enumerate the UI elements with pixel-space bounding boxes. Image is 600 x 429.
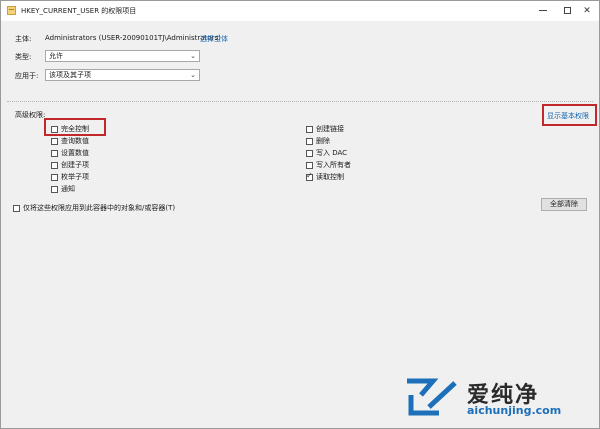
permission-label: 创建子项	[61, 161, 89, 169]
highlight-box	[542, 104, 597, 126]
close-icon: ✕	[583, 6, 591, 16]
minimize-icon	[539, 10, 547, 11]
principal-value: Administrators (USER-20090101TJ\Administ…	[45, 34, 221, 42]
checkbox-checked[interactable]	[306, 171, 313, 181]
checkbox[interactable]	[51, 137, 58, 145]
permission-label: 删除	[316, 137, 330, 145]
applies-to-select[interactable]: 该项及其子项 ⌄	[45, 69, 200, 81]
checkbox[interactable]	[51, 173, 58, 181]
close-button[interactable]: ✕	[575, 1, 599, 21]
checkbox[interactable]	[51, 149, 58, 157]
apply-only-label: 仅将这些权限应用到此容器中的对象和/或容器(T)	[23, 204, 176, 212]
advanced-permissions-label: 高级权限:	[15, 111, 46, 119]
type-select[interactable]: 允许 ⌄	[45, 50, 200, 62]
permission-create-subkey[interactable]: 创建子项	[51, 160, 89, 170]
permission-enumerate-subkeys[interactable]: 枚举子项	[51, 172, 89, 182]
checkbox[interactable]	[306, 137, 313, 145]
permission-label: 查询数值	[61, 137, 89, 145]
applies-to-select-value: 该项及其子项	[49, 71, 91, 79]
permission-label: 设置数值	[61, 149, 89, 157]
permission-query-value[interactable]: 查询数值	[51, 136, 89, 146]
checkbox[interactable]	[306, 149, 313, 157]
clear-all-button[interactable]: 全部清除	[541, 198, 587, 211]
title-bar[interactable]: HKEY_CURRENT_USER 的权限项目 ✕	[1, 1, 599, 21]
permission-entry-window: HKEY_CURRENT_USER 的权限项目 ✕ 主体: Administra…	[0, 0, 600, 429]
permission-label: 创建链接	[316, 125, 344, 133]
permission-read-control[interactable]: 读取控制	[306, 171, 344, 182]
permission-create-link[interactable]: 创建链接	[306, 124, 344, 134]
section-divider	[7, 101, 593, 102]
registry-folder-icon	[7, 6, 16, 15]
apply-only-to-container-option[interactable]: 仅将这些权限应用到此容器中的对象和/或容器(T)	[13, 203, 175, 213]
watermark-logo-icon	[407, 378, 457, 416]
checkbox[interactable]	[13, 204, 20, 212]
permission-label: 读取控制	[316, 173, 344, 181]
maximize-icon	[563, 7, 571, 14]
chevron-down-icon: ⌄	[190, 71, 196, 79]
permission-label: 写入 DAC	[316, 149, 348, 157]
applies-to-label: 应用于:	[15, 72, 39, 80]
chevron-down-icon: ⌄	[190, 52, 196, 60]
window-title: HKEY_CURRENT_USER 的权限项目	[21, 7, 137, 15]
minimize-button[interactable]	[531, 1, 555, 21]
permission-label: 枚举子项	[61, 173, 89, 181]
permission-write-owner[interactable]: 写入所有者	[306, 160, 351, 170]
principal-label: 主体:	[15, 35, 32, 43]
permission-notify[interactable]: 通知	[51, 184, 75, 194]
checkbox[interactable]	[51, 161, 58, 169]
watermark-brand-url: aichunjing.com	[467, 404, 562, 417]
type-select-value: 允许	[49, 52, 63, 60]
permission-set-value[interactable]: 设置数值	[51, 148, 89, 158]
checkbox[interactable]	[306, 125, 313, 133]
checkbox[interactable]	[51, 185, 58, 193]
permission-write-dac[interactable]: 写入 DAC	[306, 148, 347, 158]
select-principal-link[interactable]: 选择主体	[200, 34, 228, 44]
type-label: 类型:	[15, 53, 32, 61]
permission-label: 通知	[61, 185, 75, 193]
checkbox[interactable]	[306, 161, 313, 169]
permission-label: 写入所有者	[316, 161, 351, 169]
highlight-box	[44, 118, 106, 136]
permission-delete[interactable]: 删除	[306, 136, 330, 146]
